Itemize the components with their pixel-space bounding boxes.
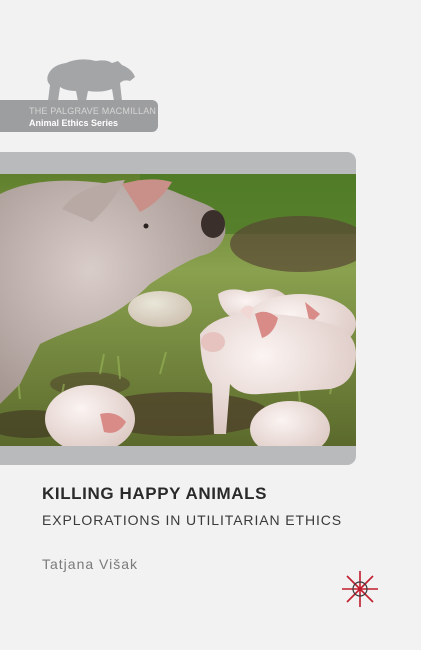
pigs-photo bbox=[0, 174, 356, 446]
book-subtitle: EXPLORATIONS IN UTILITARIAN ETHICS bbox=[42, 512, 343, 528]
book-cover: THE PALGRAVE MACMILLAN Animal Ethics Ser… bbox=[0, 0, 421, 650]
series-subtitle: Animal Ethics Series bbox=[29, 118, 119, 128]
series-name: THE PALGRAVE MACMILLAN bbox=[29, 106, 157, 116]
book-title: KILLING HAPPY ANIMALS bbox=[42, 484, 268, 503]
bear-icon bbox=[47, 59, 136, 101]
series-logo: THE PALGRAVE MACMILLAN Animal Ethics Ser… bbox=[0, 55, 160, 133]
book-author: Tatjana Višak bbox=[42, 556, 139, 572]
pigs-illustration bbox=[0, 174, 356, 446]
palgrave-star-icon bbox=[342, 571, 378, 607]
